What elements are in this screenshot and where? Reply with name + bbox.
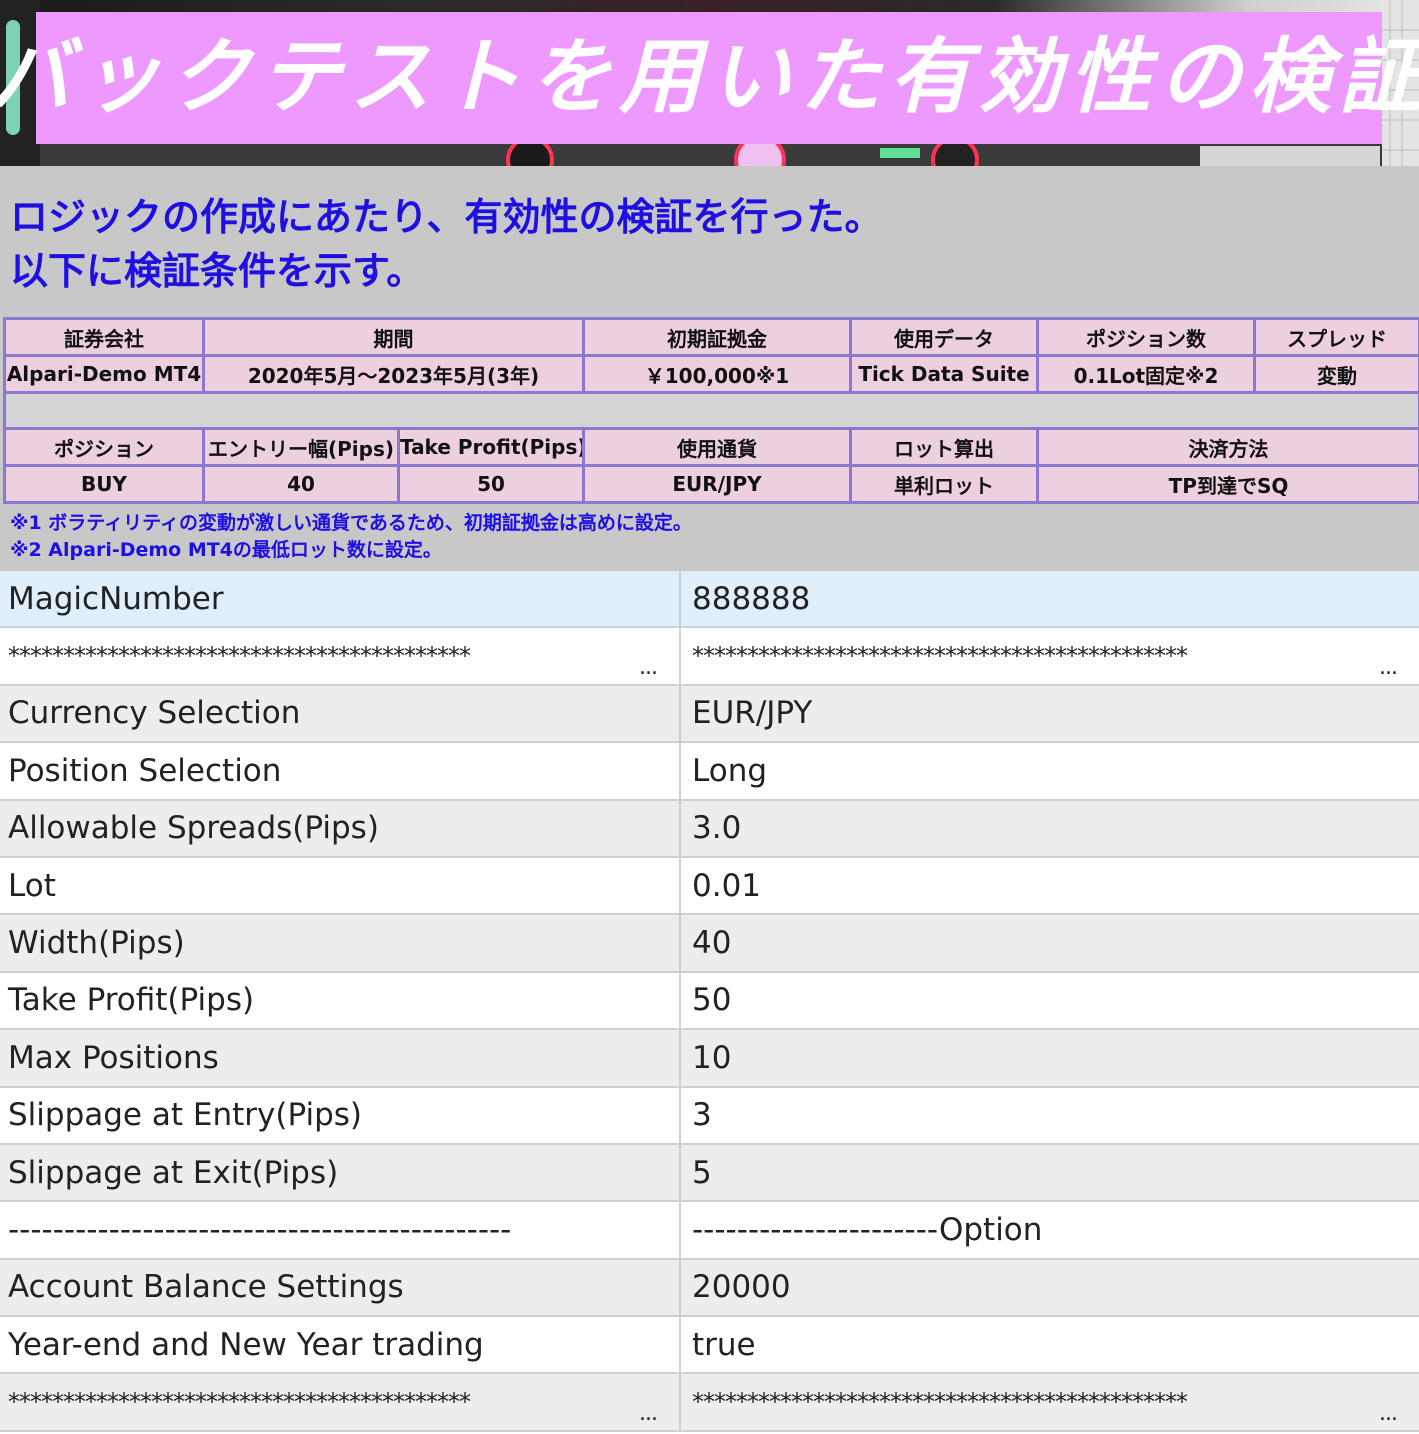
param-name: Slippage at Exit(Pips) [0, 1144, 681, 1201]
footnotes: ※1 ボラティリティの変動が激しい通貨であるため、初期証拠金は高めに設定。 ※2… [10, 510, 1410, 564]
param-name: Max Positions [0, 1030, 681, 1086]
separator-stars: ****************************************… [8, 642, 471, 671]
separator-stars: ****************************************… [692, 1388, 1188, 1417]
param-value[interactable]: ****************************************… [681, 628, 1419, 683]
value-currency: EUR/JPY [582, 464, 852, 504]
value-period: 2020年5月～2023年5月(3年) [202, 354, 585, 394]
conditions-spacer-row [3, 391, 1419, 430]
param-value[interactable]: 0.01 [681, 858, 1419, 913]
param-name: Position Selection [0, 743, 681, 799]
header-position-count: ポジション数 [1036, 317, 1256, 357]
conditions-header-row-1: 証券会社 期間 初期証拠金 使用データ ポジション数 スプレッド [3, 317, 1419, 357]
footnote-1: ※1 ボラティリティの変動が激しい通貨であるため、初期証拠金は高めに設定。 [10, 512, 692, 534]
param-name: Lot [0, 857, 681, 914]
value-spread: 変動 [1253, 354, 1419, 394]
conditions-table: 証券会社 期間 初期証拠金 使用データ ポジション数 スプレッド Alpari-… [3, 317, 1419, 504]
intro-line-2: 以下に検証条件を示す。 [10, 249, 425, 293]
conditions-value-row-1: Alpari-Demo MT4 2020年5月～2023年5月(3年) ￥100… [3, 354, 1419, 394]
separator-stars: ****************************************… [692, 642, 1188, 671]
banner-title-box: バックテストを用いた有効性の検証 [0, 12, 1419, 144]
header-banner: バックテストを用いた有効性の検証 [0, 0, 1419, 166]
param-row-lot[interactable]: Lot 0.01 [0, 857, 1419, 916]
param-row-separator-top[interactable]: ****************************************… [0, 628, 1419, 686]
spacer-cell [3, 391, 1419, 430]
param-value[interactable]: EUR/JPY [681, 686, 1419, 741]
param-row-magic-number[interactable]: MagicNumber 888888 [0, 571, 1419, 629]
param-name: ----------------------------------------… [0, 1202, 681, 1258]
value-position: BUY [3, 464, 205, 504]
param-name: Allowable Spreads(Pips) [0, 800, 681, 856]
param-name: ****************************************… [0, 1374, 681, 1430]
param-value[interactable]: 5 [681, 1145, 1419, 1200]
truncation-ellipsis: ... [639, 1400, 658, 1426]
header-lot-calc: ロット算出 [849, 427, 1039, 467]
param-value[interactable]: 10 [681, 1030, 1419, 1085]
param-value[interactable]: 20000 [681, 1260, 1419, 1315]
header-broker: 証券会社 [3, 317, 205, 357]
truncation-ellipsis: ... [1379, 654, 1398, 680]
param-row-width[interactable]: Width(Pips) 40 [0, 915, 1419, 973]
param-name: Width(Pips) [0, 915, 681, 971]
param-value[interactable]: true [681, 1317, 1419, 1372]
header-spread: スプレッド [1253, 317, 1419, 357]
param-row-account-balance[interactable]: Account Balance Settings 20000 [0, 1259, 1419, 1318]
conditions-value-row-2: BUY 40 50 EUR/JPY 単利ロット TP到達でSQ [3, 464, 1419, 504]
banner-title: バックテストを用いた有効性の検証 [0, 30, 1419, 125]
value-entry-width: 40 [202, 464, 400, 504]
param-row-year-end-trading[interactable]: Year-end and New Year trading true [0, 1317, 1419, 1375]
param-row-position-selection[interactable]: Position Selection Long [0, 743, 1419, 801]
param-row-allowable-spreads[interactable]: Allowable Spreads(Pips) 3.0 [0, 800, 1419, 858]
param-row-slippage-entry[interactable]: Slippage at Entry(Pips) 3 [0, 1087, 1419, 1145]
param-row-option-separator[interactable]: ----------------------------------------… [0, 1202, 1419, 1260]
header-settlement: 決済方法 [1036, 427, 1419, 467]
footnote-2: ※2 Alpari-Demo MT4の最低ロット数に設定。 [10, 539, 442, 561]
param-name: Currency Selection [0, 685, 681, 742]
param-name: Account Balance Settings [0, 1259, 681, 1316]
header-period: 期間 [202, 317, 585, 357]
value-initial-margin: ￥100,000※1 [582, 354, 852, 394]
intro-text: ロジックの作成にあたり、有効性の検証を行った。 以下に検証条件を示す。 [10, 190, 1410, 298]
header-initial-margin: 初期証拠金 [582, 317, 852, 357]
param-name: MagicNumber [0, 571, 681, 627]
param-value[interactable]: Long [681, 743, 1419, 798]
param-value[interactable]: 888888 [681, 571, 1419, 626]
conditions-header-row-2: ポジション エントリー幅(Pips) Take Profit(Pips) 使用通… [3, 427, 1419, 467]
param-name: Slippage at Entry(Pips) [0, 1087, 681, 1143]
header-entry-width: エントリー幅(Pips) [202, 427, 400, 467]
value-position-count: 0.1Lot固定※2 [1036, 354, 1256, 394]
header-position: ポジション [3, 427, 205, 467]
header-currency: 使用通貨 [582, 427, 852, 467]
param-name: Take Profit(Pips) [0, 972, 681, 1029]
param-row-currency-selection[interactable]: Currency Selection EUR/JPY [0, 685, 1419, 744]
param-row-max-positions[interactable]: Max Positions 10 [0, 1030, 1419, 1088]
header-take-profit: Take Profit(Pips) [397, 427, 585, 467]
value-data-source: Tick Data Suite [849, 354, 1039, 394]
truncation-ellipsis: ... [1379, 1400, 1398, 1426]
truncation-ellipsis: ... [639, 654, 658, 680]
param-value[interactable]: 50 [681, 973, 1419, 1028]
param-value[interactable]: ----------------------Option [681, 1202, 1419, 1257]
ea-parameters-table: MagicNumber 888888 *********************… [0, 571, 1419, 1434]
test-conditions-section: ロジックの作成にあたり、有効性の検証を行った。 以下に検証条件を示す。 証券会社… [0, 166, 1419, 571]
param-name: ****************************************… [0, 628, 681, 684]
value-settlement: TP到達でSQ [1036, 464, 1419, 504]
header-data-source: 使用データ [849, 317, 1039, 357]
param-value[interactable]: 40 [681, 915, 1419, 970]
param-row-separator-bottom[interactable]: ****************************************… [0, 1374, 1419, 1432]
param-value[interactable]: 3 [681, 1088, 1419, 1143]
param-value[interactable]: ****************************************… [681, 1374, 1419, 1429]
value-lot-calc: 単利ロット [849, 464, 1039, 504]
separator-stars: ****************************************… [8, 1388, 471, 1417]
param-row-slippage-exit[interactable]: Slippage at Exit(Pips) 5 [0, 1144, 1419, 1203]
param-name: Year-end and New Year trading [0, 1317, 681, 1373]
intro-line-1: ロジックの作成にあたり、有効性の検証を行った。 [10, 195, 883, 239]
value-take-profit: 50 [397, 464, 585, 504]
param-value[interactable]: 3.0 [681, 801, 1419, 856]
param-row-take-profit[interactable]: Take Profit(Pips) 50 [0, 972, 1419, 1031]
value-broker: Alpari-Demo MT4 [3, 354, 205, 394]
